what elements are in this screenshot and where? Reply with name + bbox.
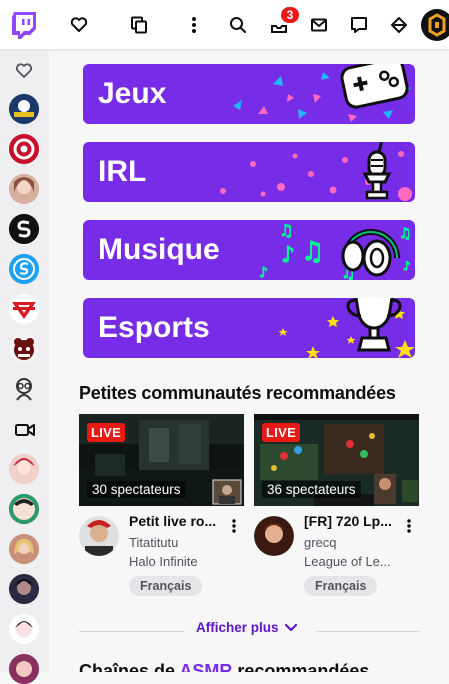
game-name[interactable]: League of Le... xyxy=(304,554,400,569)
section-title-recommended: Petites communautés recommandées xyxy=(79,383,396,403)
followed-channel-avatar[interactable] xyxy=(9,574,39,604)
svg-text:♫: ♫ xyxy=(301,237,324,267)
browse-main-content: Jeux IRL ♪ ♫ ♪ ♫ ♫ ♪ ♫ Musique Esports P… xyxy=(49,51,449,672)
followed-channel-avatar[interactable] xyxy=(9,654,39,684)
followed-channel-avatar[interactable] xyxy=(9,94,39,124)
show-more-row: Afficher plus xyxy=(79,617,419,645)
stream-card[interactable]: LIVE 36 spectateurs [FR] 720 Lp... grecq… xyxy=(254,414,419,606)
stream-card[interactable]: LIVE 30 spectateurs Petit live ro... Tit… xyxy=(79,414,244,606)
divider xyxy=(79,631,184,632)
twitch-logo-icon[interactable] xyxy=(7,8,41,42)
followed-channel-avatar[interactable] xyxy=(9,294,39,324)
channel-name[interactable]: Titatitutu xyxy=(129,535,178,550)
next-title-prefix: Chaînes de xyxy=(79,661,180,672)
category-label: IRL xyxy=(98,155,147,188)
channel-avatar[interactable] xyxy=(254,516,294,556)
svg-text:♪: ♪ xyxy=(403,259,411,273)
language-tag[interactable]: Français xyxy=(129,576,203,596)
svg-text:♫: ♫ xyxy=(279,221,293,240)
followed-channel-avatar[interactable] xyxy=(9,174,39,204)
category-card-musique[interactable]: ♪ ♫ ♪ ♫ ♫ ♪ ♫ Musique xyxy=(83,220,415,280)
followed-channel-avatar[interactable] xyxy=(9,614,39,644)
top-nav-bar: 3 xyxy=(0,0,449,50)
followed-channel-avatar[interactable] xyxy=(9,134,39,164)
trophy-icon xyxy=(346,298,402,352)
next-title-suffix: recommandées xyxy=(232,661,370,672)
followed-channel-avatar[interactable] xyxy=(9,454,39,484)
more-vertical-icon[interactable] xyxy=(229,516,239,536)
search-icon[interactable] xyxy=(221,8,255,42)
followed-heart-icon xyxy=(15,63,33,84)
show-more-label: Afficher plus xyxy=(196,620,279,635)
category-card-jeux[interactable]: Jeux xyxy=(83,64,415,124)
next-title-category-link[interactable]: ASMR xyxy=(179,661,232,672)
following-heart-icon[interactable] xyxy=(62,8,96,42)
stream-title[interactable]: Petit live ro... xyxy=(129,513,225,529)
svg-text:♪: ♪ xyxy=(281,243,295,268)
category-card-irl[interactable]: IRL xyxy=(83,142,415,202)
viewer-count: 30 spectateurs xyxy=(87,481,186,498)
followed-channels-sidebar xyxy=(0,51,49,684)
viewer-count: 36 spectateurs xyxy=(262,481,361,498)
category-label: Musique xyxy=(98,233,220,266)
show-more-button[interactable]: Afficher plus xyxy=(196,620,297,635)
video-camera-icon xyxy=(15,423,35,442)
chevron-down-icon xyxy=(284,620,297,635)
section-title-next: Chaînes de ASMR recommandées xyxy=(79,661,369,672)
notification-count-badge: 3 xyxy=(280,6,300,24)
microphone-icon xyxy=(362,142,392,200)
followed-channel-avatar[interactable] xyxy=(9,334,39,364)
game-name[interactable]: Halo Infinite xyxy=(129,554,225,569)
svg-text:♫: ♫ xyxy=(399,226,412,242)
browse-icon[interactable] xyxy=(122,8,156,42)
gamepad-icon xyxy=(340,64,409,109)
notifications-inbox-icon[interactable]: 3 xyxy=(262,6,300,42)
live-badge: LIVE xyxy=(262,423,301,442)
live-badge: LIVE xyxy=(87,423,126,442)
user-avatar[interactable] xyxy=(421,9,449,41)
prime-crown-icon[interactable] xyxy=(382,8,416,42)
svg-text:♪: ♪ xyxy=(259,265,268,280)
language-tag[interactable]: Français xyxy=(304,576,378,596)
stream-thumbnail[interactable]: LIVE 30 spectateurs xyxy=(79,414,244,506)
stream-title[interactable]: [FR] 720 Lp... xyxy=(304,513,400,529)
more-vertical-icon[interactable] xyxy=(177,8,211,42)
followed-channel-avatar[interactable] xyxy=(9,254,39,284)
divider xyxy=(317,631,419,632)
category-label: Esports xyxy=(98,311,210,344)
followed-channel-avatar[interactable] xyxy=(9,534,39,564)
channel-avatar[interactable] xyxy=(79,516,119,556)
more-vertical-icon[interactable] xyxy=(404,516,414,536)
followed-channel-avatar[interactable] xyxy=(9,494,39,524)
channel-name[interactable]: grecq xyxy=(304,535,337,550)
stream-thumbnail[interactable]: LIVE 36 spectateurs xyxy=(254,414,419,506)
chat-bubble-icon[interactable] xyxy=(342,8,376,42)
category-label: Jeux xyxy=(98,77,167,110)
followed-channel-avatar[interactable] xyxy=(9,374,39,404)
whispers-mail-icon[interactable] xyxy=(302,8,336,42)
followed-channel-avatar[interactable] xyxy=(9,214,39,244)
category-card-esports[interactable]: Esports xyxy=(83,298,415,358)
headphones-icon xyxy=(341,229,400,277)
